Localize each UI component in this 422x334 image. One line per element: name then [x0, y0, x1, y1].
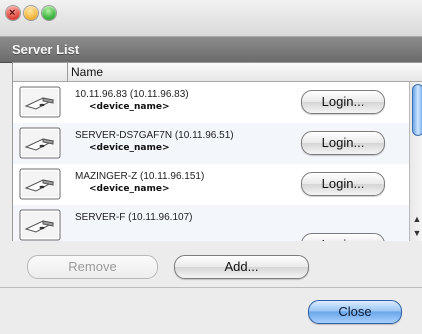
- server-title: SERVER-F (10.11.96.107): [75, 212, 193, 223]
- server-list: Name 10.11.96.83 (10.11.96.83) <device_n…: [12, 62, 422, 241]
- minimize-window-icon[interactable]: [24, 6, 38, 20]
- network-drive-icon: [19, 209, 61, 241]
- section-title: Server List: [12, 42, 80, 57]
- login-button[interactable]: Login...: [301, 90, 385, 114]
- section-header: Server List: [0, 37, 422, 63]
- server-row[interactable]: MAZINGER-Z (10.11.96.151) <device_name> …: [13, 164, 409, 206]
- scroll-thumb[interactable]: [412, 84, 422, 136]
- remove-button: Remove: [27, 255, 158, 279]
- close-window-icon[interactable]: ×: [6, 6, 20, 20]
- login-button[interactable]: Login...: [301, 172, 385, 196]
- title-bar: ×: [0, 0, 422, 37]
- network-drive-icon: [19, 168, 61, 200]
- column-name[interactable]: Name: [71, 65, 103, 79]
- login-button[interactable]: Login...: [301, 131, 385, 155]
- column-separator: [67, 63, 68, 81]
- zoom-window-icon[interactable]: [42, 6, 56, 20]
- server-row[interactable]: 10.11.96.83 (10.11.96.83) <device_name> …: [13, 82, 409, 124]
- network-drive-icon: [19, 86, 61, 118]
- server-row[interactable]: SERVER-F (10.11.96.107) Login...: [13, 205, 409, 241]
- server-rows: 10.11.96.83 (10.11.96.83) <device_name> …: [13, 82, 409, 241]
- device-name: <device_name>: [89, 184, 170, 194]
- login-button[interactable]: Login...: [301, 233, 385, 241]
- add-button[interactable]: Add...: [174, 255, 309, 279]
- divider: [0, 287, 422, 288]
- device-name: <device_name>: [89, 102, 170, 112]
- server-title: MAZINGER-Z (10.11.96.151): [75, 171, 205, 182]
- scroll-down-arrow-icon[interactable]: ▼: [412, 227, 422, 239]
- server-row[interactable]: SERVER-DS7GAF7N (10.11.96.51) <device_na…: [13, 123, 409, 165]
- server-title: SERVER-DS7GAF7N (10.11.96.51): [75, 130, 234, 141]
- server-list-window: × Server List Name 10.11.96.83 (10.11.96…: [0, 0, 422, 334]
- server-title: 10.11.96.83 (10.11.96.83): [75, 89, 189, 100]
- device-name: <device_name>: [89, 143, 170, 153]
- scroll-up-arrow-icon[interactable]: ▲: [412, 213, 422, 225]
- network-drive-icon: [19, 127, 61, 159]
- vertical-scrollbar[interactable]: ▲ ▼: [409, 82, 422, 241]
- column-header[interactable]: Name: [13, 63, 422, 82]
- close-button[interactable]: Close: [308, 300, 402, 324]
